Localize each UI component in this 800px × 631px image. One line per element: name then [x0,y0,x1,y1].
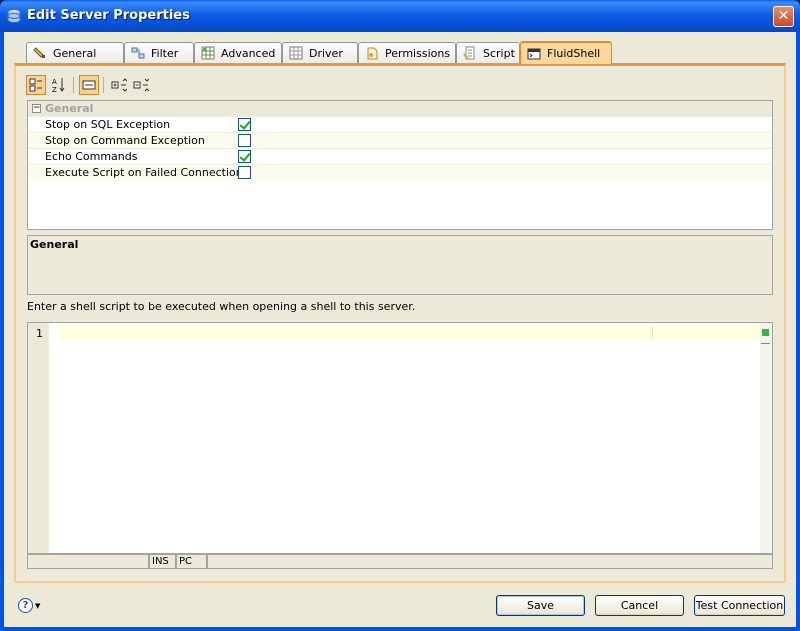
cancel-button[interactable]: Cancel [595,595,684,616]
stop-on-sql-exception-checkbox[interactable] [238,118,251,131]
caret-marker-icon [761,343,770,344]
property-table: − General Stop on SQL Exception Stop on … [27,100,773,230]
tab-label: Permissions [385,46,451,60]
stop-on-command-exception-checkbox[interactable] [238,134,251,147]
driver-tab-icon [289,46,303,60]
tab-label: Advanced [221,46,276,60]
overview-ruler[interactable] [760,323,772,553]
toolbar-separator [103,77,104,93]
current-line-highlight [60,325,760,340]
svg-text:A: A [52,78,57,86]
sort-alphabetical-button[interactable]: AZ [49,75,69,95]
property-name: Stop on SQL Exception [45,118,171,131]
general-tab-icon [33,47,45,58]
help-icon: ? [18,598,33,613]
test-connection-button[interactable]: Test Connection [694,595,785,616]
advanced-tab-icon [201,46,215,60]
tab-strip: General Filter Advanced Driver Permissio… [26,41,796,64]
status-ins: INS [149,554,176,569]
help-button[interactable]: ? ▼ [18,598,40,613]
tab-label: General [53,46,97,60]
print-margin [652,325,653,340]
collapse-all-icon [133,78,149,92]
window-title: Edit Server Properties [27,8,190,23]
description-title: General [30,238,79,251]
tab-driver[interactable]: Driver [282,42,358,63]
dialog-client: General Filter Advanced Driver Permissio… [4,32,796,627]
description-icon [82,80,96,90]
svg-text:Z: Z [52,86,57,93]
property-row[interactable]: Execute Script on Failed Connection [28,164,772,180]
toolbar-separator [73,77,74,93]
tab-general[interactable]: General [26,42,124,63]
echo-commands-checkbox[interactable] [238,150,251,163]
property-name: Echo Commands [45,150,138,163]
tab-permissions[interactable]: Permissions [358,42,456,63]
line-number: 1 [36,327,43,340]
status-cell-message [27,554,149,569]
sort-az-icon: AZ [52,78,65,93]
categorized-button[interactable] [26,75,46,95]
tab-label: Script [483,46,515,60]
tab-label: FluidShell [547,47,601,60]
fluidshell-tab-icon [527,48,541,59]
tab-fluidshell[interactable]: FluidShell [520,41,612,64]
collapse-icon[interactable]: − [32,104,41,113]
expand-all-icon [111,78,127,92]
description-toggle-button[interactable] [79,75,99,95]
script-tab-icon [463,46,475,60]
permissions-tab-icon [367,47,378,60]
title-bar[interactable]: Edit Server Properties ✕ [0,0,800,32]
dropdown-arrow-icon: ▼ [35,601,41,610]
expand-all-button[interactable] [109,75,129,95]
tab-label: Filter [151,46,179,60]
status-pc: PC [176,554,207,569]
property-row[interactable]: Echo Commands [28,148,772,164]
dialog-window: Edit Server Properties ✕ General Filter … [0,0,800,631]
tab-advanced[interactable]: Advanced [194,42,282,63]
script-hint: Enter a shell script to be executed when… [27,300,416,313]
collapse-all-button[interactable] [131,75,151,95]
save-button[interactable]: Save [496,595,585,616]
property-toolbar: AZ [16,74,216,98]
property-row[interactable]: Stop on Command Exception [28,132,772,148]
tab-script[interactable]: Script [456,42,520,63]
status-ok-icon [762,329,769,336]
description-panel: General [27,235,773,295]
category-label: General [45,102,94,115]
close-icon: ✕ [777,8,790,24]
script-editor[interactable]: 1 [27,322,773,554]
property-name: Stop on Command Exception [45,134,205,147]
property-name: Execute Script on Failed Connection [45,166,243,179]
editor-status-bar: INS PC [27,554,773,569]
line-number-gutter: 1 [28,323,49,553]
close-button[interactable]: ✕ [773,6,794,27]
tab-filter[interactable]: Filter [124,42,194,63]
server-icon [7,9,21,23]
filter-tab-icon [131,47,145,59]
status-cell-position [207,554,773,569]
categorized-icon [29,78,42,92]
property-row[interactable]: Stop on SQL Exception [28,116,772,132]
category-row[interactable]: − General [28,101,772,116]
execute-script-on-failed-connection-checkbox[interactable] [238,166,251,179]
tab-label: Driver [309,46,343,60]
